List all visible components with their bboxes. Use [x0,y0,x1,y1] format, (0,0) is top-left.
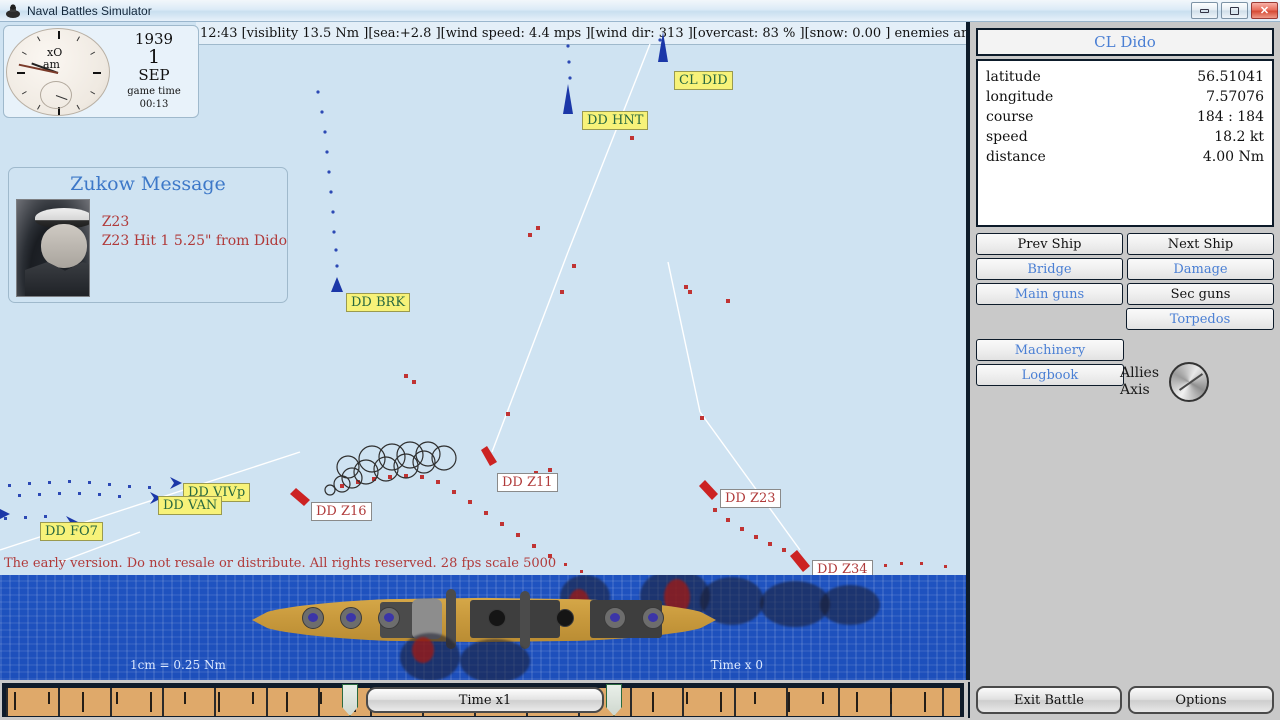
stat-row-distance: distance 4.00 Nm [986,147,1264,167]
stat-row-course: course 184 : 184 [986,107,1264,127]
stat-label: speed [986,129,1028,145]
message-lines: Z23 Z23 Hit 1 5.25" from Dido [102,213,287,297]
ship-label-dd-fo7[interactable]: DD FO7 [40,522,103,541]
faction-labels: Allies Axis [1120,365,1159,400]
selected-ship-header: CL Dido [976,28,1274,56]
copyright-notice: The early version. Do not resale or dist… [4,556,557,571]
stat-label: distance [986,149,1046,165]
minimize-icon [1200,8,1209,13]
ship-label-dd-van[interactable]: DD VAN [158,496,223,515]
ship-label-dd-hnt[interactable]: DD HNT [582,111,649,130]
allies-label: Allies [1120,364,1160,381]
minimize-button[interactable] [1191,2,1218,19]
close-icon: ✕ [1259,4,1270,17]
map-scale-text: 1cm = 0.25 Nm [130,658,226,672]
machinery-button[interactable]: Machinery [976,339,1124,361]
game-date: 1939 1 SEP game time 00:13 [110,32,198,110]
window-title: Naval Battles Simulator [27,3,152,18]
app-root: Naval Battles Simulator ✕ 12:43 [visibli… [0,0,1280,720]
stat-label: longitude [986,89,1054,105]
time-slider[interactable]: Time x1 [2,683,964,717]
faction-toggle[interactable]: Allies Axis [1120,362,1210,402]
bridge-button[interactable]: Bridge [976,258,1123,280]
message-panel: Zukow Message Z23 Z23 Hit 1 5.25" from D… [8,167,288,303]
stat-value: 184 : 184 [1196,109,1264,125]
bottom-right-buttons: Exit Battle Options [968,682,1280,718]
game-clock-panel: xO am 1939 1 SEP game time 00:13 [3,25,199,118]
own-ship-view[interactable]: 1cm = 0.25 Nm Time x 0 [0,575,968,680]
clock-day: 1 [147,46,161,69]
ship-label-dd-brk[interactable]: DD BRK [346,293,411,312]
message-line: Z23 [101,214,130,230]
close-button[interactable]: ✕ [1251,2,1278,19]
exit-battle-button[interactable]: Exit Battle [976,686,1122,714]
sec-guns-button[interactable]: Sec guns [1127,283,1274,305]
maximize-icon [1230,6,1239,15]
window-controls: ✕ [1191,2,1278,19]
stat-label: course [986,109,1034,125]
ship-stats-table: latitude 56.51041 longitude 7.57076 cour… [976,59,1274,227]
game-time-label: game time [127,85,181,97]
stat-value: 56.51041 [1197,69,1264,85]
analog-clock: xO am [6,27,110,116]
options-button[interactable]: Options [1128,686,1274,714]
stat-value: 4.00 Nm [1202,149,1264,165]
ship-label-dd-z16[interactable]: DD Z16 [311,502,372,521]
tactical-map[interactable]: 12:43 [visiblity 13.5 Nm ][sea:+2.8 ][wi… [0,22,968,575]
next-ship-button[interactable]: Next Ship [1127,233,1274,255]
axis-label: Axis [1120,382,1150,398]
message-line: Z23 Hit 1 5.25" from Dido [101,232,287,249]
damage-button[interactable]: Damage [1127,258,1274,280]
stat-value: 18.2 kt [1214,129,1264,145]
button-placeholder [976,308,1122,330]
time-multiplier-text: Time x 0 [710,658,763,672]
selected-ship-name: CL Dido [1094,33,1156,51]
clock-subdial [40,80,72,109]
ship-label-dd-z34[interactable]: DD Z34 [812,560,873,575]
rotary-knob[interactable] [1169,362,1210,402]
prev-ship-button[interactable]: Prev Ship [976,233,1123,255]
ship-control-panel: CL Dido latitude 56.51041 longitude 7.57… [968,22,1280,680]
time-speed-button[interactable]: Time x1 [366,687,604,713]
stat-row-latitude: latitude 56.51041 [986,67,1264,87]
bottom-toolbar: Time x1 Exit Battle Options [0,680,1280,720]
stat-row-longitude: longitude 7.57076 [986,87,1264,107]
logbook-button[interactable]: Logbook [976,364,1124,386]
message-body: Z23 Z23 Hit 1 5.25" from Dido [9,199,287,297]
main-guns-button[interactable]: Main guns [976,283,1123,305]
maximize-button[interactable] [1221,2,1248,19]
app-icon [4,3,22,19]
ship-label-cl-did[interactable]: CL DID [674,71,733,90]
message-title: Zukow Message [70,173,226,195]
torpedos-button[interactable]: Torpedos [1126,308,1274,330]
ship-label-dd-z23[interactable]: DD Z23 [720,489,781,508]
sailor-portrait [16,199,90,297]
ship-label-dd-z11[interactable]: DD Z11 [497,473,558,492]
stat-label: latitude [986,69,1041,85]
window-title-bar: Naval Battles Simulator ✕ [0,0,1280,22]
stat-row-speed: speed 18.2 kt [986,127,1264,147]
stat-value: 7.57076 [1206,89,1264,105]
clock-month: SEP [138,65,170,84]
game-time-elapsed: 00:13 [139,99,169,111]
